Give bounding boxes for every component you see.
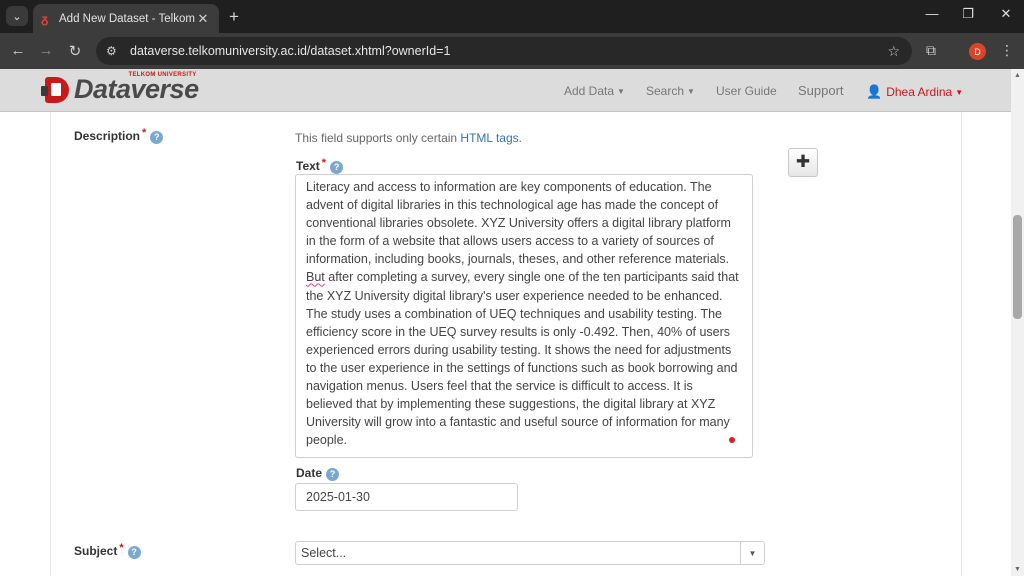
caret-down-icon: ▼ [617, 87, 625, 96]
nav-user-account[interactable]: 👤 Dhea Ardina ▼ [866, 84, 963, 100]
nav-user-guide[interactable]: User Guide [716, 84, 777, 98]
reload-icon[interactable]: ↻ [66, 42, 84, 60]
dataverse-logo-icon [40, 75, 72, 105]
help-icon[interactable]: ? [330, 161, 344, 174]
page-scrollbar[interactable]: ▲ ▼ [1011, 69, 1024, 576]
browser-tab[interactable]: ᵹ Add New Dataset - Telkom Univ ✕ [33, 4, 219, 33]
misspelled-word: But [306, 270, 325, 285]
bookmark-star-icon[interactable]: ☆ [887, 43, 900, 60]
tab-title: Add New Dataset - Telkom Univ [59, 12, 195, 25]
dataverse-favicon-icon: ᵹ [41, 11, 49, 26]
subject-select[interactable]: Select... ▼ [295, 541, 765, 565]
new-tab-button[interactable]: + [225, 7, 243, 27]
restore-window-icon[interactable]: ❐ [958, 6, 978, 22]
nav-add-data-label: Add Data [564, 84, 615, 98]
dropdown-arrow-icon[interactable]: ▼ [740, 542, 764, 564]
date-field-label: Date? [296, 466, 340, 481]
tab-close-icon[interactable]: ✕ [195, 11, 211, 27]
subject-select-value: Select... [301, 546, 347, 560]
forward-arrow-icon[interactable]: → [37, 42, 55, 59]
scroll-up-arrow-icon[interactable]: ▲ [1011, 69, 1024, 82]
site-info-icon[interactable]: ⚙ [106, 44, 122, 58]
description-text-part1: Literacy and access to information are k… [306, 180, 735, 267]
user-icon: 👤 [866, 84, 883, 99]
back-arrow-icon[interactable]: ← [9, 42, 27, 59]
profile-avatar[interactable]: D [969, 43, 986, 60]
subject-field-label: Subject *? [74, 542, 141, 559]
plus-icon: ✚ [795, 152, 811, 171]
recording-indicator-dot [729, 437, 735, 443]
scrollbar-thumb[interactable] [1013, 215, 1022, 319]
nav-search-label: Search [646, 84, 685, 98]
subject-label-text: Subject [74, 544, 118, 558]
dataverse-logo[interactable]: TELKOM UNIVERSITY Dataverse [40, 72, 199, 105]
nav-search[interactable]: Search ▼ [646, 84, 695, 98]
text-field-label: Text *? [296, 157, 344, 174]
hint-text: This field supports only certain [295, 131, 461, 145]
hint-suffix: . [518, 131, 523, 145]
date-label-text: Date [296, 466, 323, 480]
description-textarea[interactable]: Literacy and access to information are k… [295, 174, 753, 458]
close-window-icon[interactable]: ✕ [996, 6, 1016, 22]
caret-down-icon: ▼ [955, 88, 964, 97]
chevron-down-icon: ⌄ [12, 10, 22, 23]
address-bar[interactable]: ⚙ dataverse.telkomuniversity.ac.id/datas… [96, 37, 912, 65]
html-tags-link[interactable]: HTML tags [460, 131, 518, 145]
required-asterisk: * [142, 127, 147, 139]
add-description-button[interactable]: ✚ [788, 148, 818, 177]
required-asterisk: * [321, 157, 327, 169]
url-text[interactable]: dataverse.telkomuniversity.ac.id/dataset… [130, 44, 887, 58]
required-asterisk: * [119, 542, 124, 554]
description-label-text: Description [74, 129, 141, 143]
tab-search-button[interactable]: ⌄ [6, 6, 28, 26]
nav-user-label: Dhea Ardina [886, 85, 953, 99]
browser-tab-strip: ⌄ ᵹ Add New Dataset - Telkom Univ ✕ + — … [0, 0, 1024, 33]
site-header: TELKOM UNIVERSITY Dataverse Add Data ▼ Se… [0, 69, 1011, 112]
nav-add-data[interactable]: Add Data ▼ [564, 84, 625, 98]
help-icon[interactable]: ? [326, 468, 340, 481]
description-text-part2: after completing a survey, every single … [306, 270, 743, 448]
browser-menu-icon[interactable]: ⋮ [1000, 42, 1014, 59]
help-icon[interactable]: ? [127, 546, 141, 559]
date-input[interactable]: 2025-01-30 [295, 483, 518, 511]
browser-toolbar: ← → ↻ ⚙ dataverse.telkomuniversity.ac.id… [0, 33, 1024, 69]
logo-university-text: TELKOM UNIVERSITY [128, 72, 197, 78]
html-hint: This field supports only certain HTML ta… [295, 131, 522, 145]
help-icon[interactable]: ? [150, 131, 164, 144]
logo-text: Dataverse [74, 74, 199, 104]
extensions-icon[interactable]: ⧉ [926, 42, 936, 59]
scroll-down-arrow-icon[interactable]: ▼ [1011, 563, 1024, 576]
description-field-label: Description *? [74, 127, 164, 144]
page-content: Description *? This field supports only c… [0, 112, 1011, 576]
nav-support[interactable]: Support [798, 83, 844, 98]
minimize-window-icon[interactable]: — [922, 6, 942, 21]
caret-down-icon: ▼ [687, 87, 695, 96]
text-label-text: Text [296, 159, 320, 173]
